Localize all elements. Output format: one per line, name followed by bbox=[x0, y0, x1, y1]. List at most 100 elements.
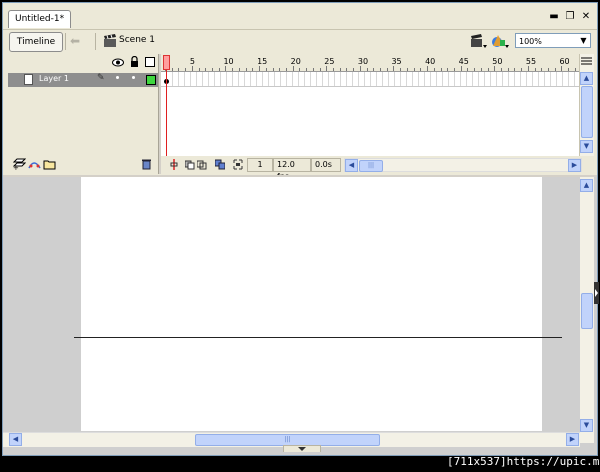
timeline-status-bar: 1 12.0 fps 0.0s ◀ ||| ▶ bbox=[161, 156, 593, 181]
ruler-tick bbox=[272, 68, 274, 71]
scroll-up-arrow[interactable]: ▲ bbox=[580, 179, 593, 192]
restore-button[interactable]: ❐ bbox=[565, 11, 575, 22]
panel-expand-handle[interactable] bbox=[594, 282, 599, 304]
frame-number-label: 10 bbox=[223, 57, 234, 66]
zoom-dropdown[interactable]: 100% ▼ bbox=[515, 33, 591, 48]
scroll-down-arrow[interactable]: ▼ bbox=[580, 419, 593, 432]
stage-canvas[interactable] bbox=[81, 177, 542, 431]
ruler-tick bbox=[319, 68, 321, 71]
edit-symbols-icon[interactable] bbox=[491, 33, 509, 49]
onion-skin-outlines-icon[interactable] bbox=[197, 159, 207, 170]
ruler-tick bbox=[413, 68, 415, 71]
outline-toggle-icon[interactable] bbox=[145, 57, 155, 67]
eye-icon[interactable] bbox=[112, 58, 124, 67]
scroll-thumb[interactable] bbox=[581, 86, 593, 138]
ruler-tick bbox=[447, 68, 449, 71]
frame-ruler[interactable]: 151015202530354045505560 bbox=[161, 54, 579, 72]
drawn-line-shape[interactable] bbox=[74, 337, 562, 338]
timeline-vertical-scrollbar[interactable]: ▲ ▼ bbox=[579, 54, 594, 156]
ruler-tick bbox=[185, 68, 187, 71]
frames-grid[interactable]: 151015202530354045505560 bbox=[161, 54, 579, 156]
watermark-text: [711x537]https://upic.me/ bbox=[447, 455, 600, 468]
layer-list: Layer 1 ✎ + bbox=[8, 54, 158, 174]
ruler-tick bbox=[427, 66, 429, 71]
scroll-left-arrow[interactable]: ◀ bbox=[345, 159, 358, 172]
timeline-options-icon[interactable] bbox=[580, 57, 593, 66]
separator bbox=[65, 33, 66, 50]
playhead-handle[interactable] bbox=[163, 55, 170, 70]
timeline-horizontal-scrollbar[interactable]: ◀ ||| ▶ bbox=[344, 158, 582, 172]
ruler-tick bbox=[259, 66, 261, 71]
stage-vertical-scrollbar[interactable]: ▲ ▼ bbox=[580, 177, 594, 443]
pencil-icon: ✎ bbox=[97, 73, 105, 83]
ruler-tick bbox=[292, 66, 294, 71]
trash-icon[interactable] bbox=[140, 158, 153, 170]
scroll-left-arrow[interactable]: ◀ bbox=[9, 433, 22, 446]
frame-number-label: 30 bbox=[357, 57, 369, 66]
svg-text:+: + bbox=[13, 164, 19, 170]
ruler-tick bbox=[453, 68, 455, 71]
back-arrow-icon[interactable]: ⬅ bbox=[70, 34, 80, 48]
scroll-thumb[interactable]: ||| bbox=[359, 160, 383, 172]
scroll-down-arrow[interactable]: ▼ bbox=[580, 140, 593, 153]
frame-number-label: 55 bbox=[525, 57, 537, 66]
frame-number-label: 15 bbox=[257, 57, 268, 66]
layer-row[interactable]: Layer 1 ✎ bbox=[8, 73, 158, 87]
ruler-tick bbox=[279, 68, 281, 71]
ruler-tick bbox=[574, 68, 576, 71]
add-motion-guide-icon[interactable] bbox=[28, 158, 41, 170]
timeline-panel: Layer 1 ✎ + 5 10 15 20 25 30 35 40 45 50… bbox=[3, 54, 597, 181]
chevron-down-icon[interactable]: ▼ bbox=[577, 34, 590, 47]
ruler-tick bbox=[171, 68, 173, 71]
ruler-tick bbox=[252, 68, 254, 71]
edit-multiple-frames-icon[interactable] bbox=[215, 159, 225, 170]
modify-markers-icon[interactable] bbox=[233, 159, 243, 170]
minimize-button[interactable]: ▬ bbox=[549, 11, 559, 22]
scroll-up-arrow[interactable]: ▲ bbox=[580, 72, 593, 85]
close-button[interactable]: ✕ bbox=[581, 11, 591, 22]
insert-folder-icon[interactable] bbox=[43, 158, 56, 170]
document-tab[interactable]: Untitled-1* bbox=[8, 10, 72, 28]
flash-document-window: Untitled-1* ▬ ❐ ✕ Timeline ⬅ Scene 1 100… bbox=[2, 2, 598, 456]
ruler-tick bbox=[400, 68, 402, 71]
ruler-tick bbox=[245, 68, 247, 71]
scroll-right-arrow[interactable]: ▶ bbox=[566, 433, 579, 446]
work-area[interactable]: ▲ ▼ ◀ ||| ▶ bbox=[3, 175, 597, 455]
collapse-panel-handle[interactable] bbox=[283, 445, 321, 452]
elapsed-time: 0.0s bbox=[311, 158, 341, 172]
ruler-tick bbox=[501, 68, 502, 71]
layer-frames-row[interactable] bbox=[161, 72, 579, 87]
ruler-tick bbox=[541, 68, 543, 71]
insert-layer-icon[interactable]: + bbox=[13, 158, 26, 170]
frame-number-label: 20 bbox=[290, 57, 301, 66]
ruler-tick bbox=[265, 68, 267, 71]
ruler-tick bbox=[339, 68, 341, 71]
edit-bar: Timeline ⬅ Scene 1 100% ▼ bbox=[3, 29, 597, 55]
visibility-dot[interactable] bbox=[116, 76, 119, 79]
document-tab-bar: Untitled-1* ▬ ❐ ✕ bbox=[3, 3, 597, 29]
ruler-tick bbox=[326, 66, 328, 71]
onion-skin-icon[interactable] bbox=[185, 159, 195, 170]
frame-number-label: 50 bbox=[492, 57, 503, 66]
timeline-toggle-button[interactable]: Timeline bbox=[9, 32, 63, 52]
lock-icon[interactable] bbox=[130, 56, 139, 67]
frame-number-label: 45 bbox=[458, 57, 469, 66]
ruler-tick bbox=[346, 68, 348, 71]
lock-dot[interactable] bbox=[132, 76, 135, 79]
scene-label[interactable]: Scene 1 bbox=[119, 35, 155, 45]
ruler-tick bbox=[312, 68, 314, 71]
center-frame-icon[interactable] bbox=[169, 159, 179, 170]
ruler-tick bbox=[285, 68, 287, 71]
ruler-tick bbox=[561, 66, 563, 71]
ruler-tick bbox=[205, 68, 207, 71]
frame-number-label: 5 bbox=[189, 57, 195, 66]
scroll-right-arrow[interactable]: ▶ bbox=[568, 159, 581, 172]
layer-outline-color[interactable] bbox=[146, 75, 156, 85]
layer-name[interactable]: Layer 1 bbox=[39, 74, 69, 83]
ruler-tick bbox=[225, 66, 227, 71]
ruler-tick bbox=[386, 68, 388, 71]
frame-rate[interactable]: 12.0 fps bbox=[273, 158, 311, 181]
ruler-tick bbox=[359, 66, 361, 71]
scroll-thumb[interactable] bbox=[581, 293, 593, 329]
edit-scene-icon[interactable] bbox=[469, 33, 487, 49]
